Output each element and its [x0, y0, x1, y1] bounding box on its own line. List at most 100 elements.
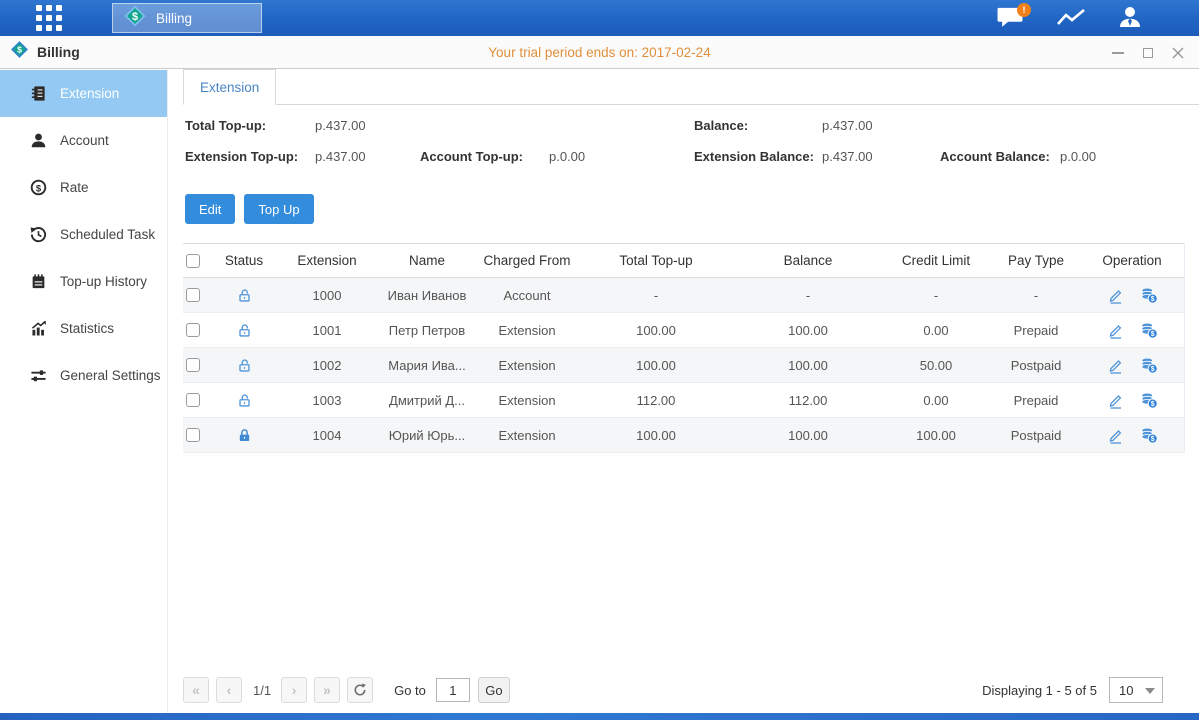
messages-icon[interactable]: !	[993, 0, 1027, 36]
top-up-row-icon[interactable]: $	[1140, 427, 1158, 444]
main-content: Extension Total Top-up: p.437.00 Balance…	[168, 69, 1199, 713]
row-pay-type: Postpaid	[993, 358, 1079, 373]
go-to-page-input[interactable]	[436, 678, 470, 702]
next-page-button[interactable]: ›	[281, 677, 307, 703]
svg-text:$: $	[1150, 296, 1154, 303]
tab-strip: Extension	[183, 69, 1199, 105]
row-checkbox[interactable]	[186, 358, 200, 372]
refresh-icon	[353, 683, 367, 697]
svg-text:$: $	[1150, 331, 1154, 338]
account-balance-value: p.0.00	[1060, 149, 1096, 164]
edit-row-icon[interactable]	[1107, 357, 1124, 374]
row-pay-type: -	[993, 288, 1079, 303]
last-page-button[interactable]: »	[314, 677, 340, 703]
page-size-value: 10	[1119, 683, 1133, 698]
svg-text:$: $	[1150, 401, 1154, 408]
row-charged-from: Extension	[479, 393, 575, 408]
top-up-row-icon[interactable]: $	[1140, 322, 1158, 339]
table-row: 1004 Юрий Юрь... Extension 100.00 100.00…	[183, 418, 1184, 453]
row-credit-limit: 0.00	[879, 393, 993, 408]
extension-balance-value: p.437.00	[822, 149, 873, 164]
app-tab-label: Billing	[156, 11, 192, 26]
row-charged-from: Extension	[479, 428, 575, 443]
table-header-row: Status Extension Name Charged From Total…	[183, 243, 1184, 278]
sidebar-item-extension[interactable]: Extension	[0, 70, 167, 117]
tab-extension[interactable]: Extension	[183, 69, 276, 105]
apps-grid-icon[interactable]	[36, 5, 64, 31]
top-up-row-icon[interactable]: $	[1140, 357, 1158, 374]
sidebar-item-statistics[interactable]: Statistics	[0, 305, 167, 352]
row-pay-type: Postpaid	[993, 428, 1079, 443]
col-status: Status	[209, 253, 279, 268]
sidebar-item-rate[interactable]: $ Rate	[0, 164, 167, 211]
status-lock-icon[interactable]	[209, 393, 279, 408]
sidebar-item-general-settings[interactable]: General Settings	[0, 352, 167, 399]
scheduled-task-clock-icon	[30, 226, 47, 243]
topup-history-notepad-icon	[30, 273, 47, 290]
minimize-button[interactable]	[1111, 46, 1125, 60]
status-lock-icon[interactable]	[209, 428, 279, 443]
edit-button[interactable]: Edit	[185, 194, 235, 224]
edit-row-icon[interactable]	[1107, 392, 1124, 409]
trial-notice: Your trial period ends on: 2017-02-24	[488, 45, 710, 60]
balance-value: p.437.00	[822, 118, 873, 133]
col-total-topup: Total Top-up	[575, 253, 737, 268]
row-checkbox[interactable]	[186, 393, 200, 407]
app-tab-billing[interactable]: $ Billing	[112, 3, 262, 33]
select-all-checkbox[interactable]	[186, 254, 200, 268]
go-button[interactable]: Go	[478, 677, 510, 703]
edit-row-icon[interactable]	[1107, 427, 1124, 444]
row-extension: 1003	[279, 393, 375, 408]
svg-text:$: $	[17, 45, 22, 55]
sidebar-item-label: Rate	[60, 180, 89, 195]
row-balance: 100.00	[737, 323, 879, 338]
row-extension: 1001	[279, 323, 375, 338]
rate-dollar-icon: $	[30, 179, 47, 196]
sidebar-item-scheduled-task[interactable]: Scheduled Task	[0, 211, 167, 258]
maximize-button[interactable]	[1141, 46, 1155, 60]
row-credit-limit: -	[879, 288, 993, 303]
svg-text:$: $	[132, 11, 138, 23]
row-checkbox[interactable]	[186, 288, 200, 302]
top-up-row-icon[interactable]: $	[1140, 392, 1158, 409]
svg-text:$: $	[1150, 366, 1154, 373]
account-topup-label: Account Top-up:	[420, 149, 523, 164]
row-extension: 1004	[279, 428, 375, 443]
row-balance: 100.00	[737, 358, 879, 373]
top-up-button[interactable]: Top Up	[244, 194, 313, 224]
user-account-icon[interactable]	[1113, 0, 1147, 36]
row-pay-type: Prepaid	[993, 393, 1079, 408]
close-button[interactable]	[1171, 46, 1185, 60]
page-indicator: 1/1	[253, 683, 271, 698]
general-settings-sliders-icon	[30, 367, 47, 384]
extension-book-icon	[30, 85, 47, 102]
table-row: 1001 Петр Петров Extension 100.00 100.00…	[183, 313, 1184, 348]
extension-topup-label: Extension Top-up:	[185, 149, 298, 164]
prev-page-button[interactable]: ‹	[216, 677, 242, 703]
row-extension: 1002	[279, 358, 375, 373]
status-lock-icon[interactable]	[209, 358, 279, 373]
sidebar-item-account[interactable]: Account	[0, 117, 167, 164]
row-checkbox[interactable]	[186, 428, 200, 442]
page-size-select[interactable]: 10	[1109, 677, 1163, 703]
status-lock-icon[interactable]	[209, 288, 279, 303]
first-page-button[interactable]: «	[183, 677, 209, 703]
row-credit-limit: 100.00	[879, 428, 993, 443]
edit-row-icon[interactable]	[1107, 287, 1124, 304]
row-checkbox[interactable]	[186, 323, 200, 337]
status-lock-icon[interactable]	[209, 323, 279, 338]
sidebar-item-topup-history[interactable]: Top-up History	[0, 258, 167, 305]
row-total-topup: 100.00	[575, 428, 737, 443]
account-person-icon	[30, 132, 47, 149]
top-up-row-icon[interactable]: $	[1140, 287, 1158, 304]
row-credit-limit: 0.00	[879, 323, 993, 338]
sidebar-item-label: Statistics	[60, 321, 114, 336]
col-extension: Extension	[279, 253, 375, 268]
edit-row-icon[interactable]	[1107, 322, 1124, 339]
statistics-chart-icon	[30, 320, 47, 337]
row-balance: 100.00	[737, 428, 879, 443]
resource-monitor-icon[interactable]	[1054, 0, 1088, 36]
row-charged-from: Extension	[479, 358, 575, 373]
refresh-button[interactable]	[347, 677, 373, 703]
svg-text:$: $	[36, 183, 42, 194]
